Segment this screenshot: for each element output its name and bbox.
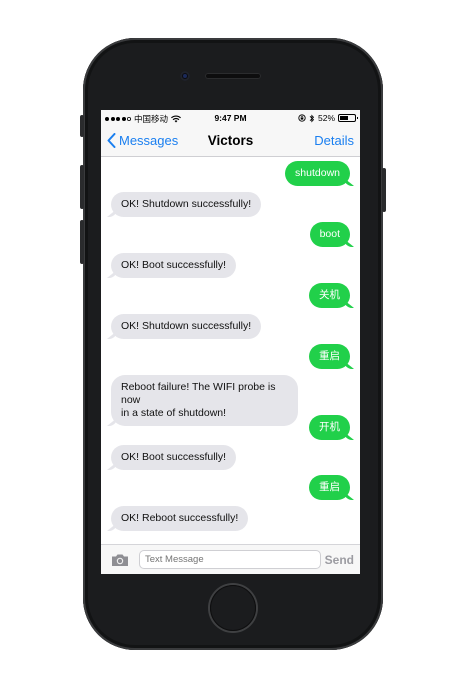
send-button[interactable]: Send bbox=[325, 553, 354, 567]
mute-switch bbox=[80, 115, 84, 137]
incoming-message[interactable]: OK! Boot successfully! bbox=[111, 445, 237, 470]
battery-icon bbox=[338, 114, 358, 122]
outgoing-message[interactable]: boot bbox=[309, 222, 350, 247]
incoming-message[interactable]: OK! Shutdown successfully! bbox=[111, 192, 262, 217]
status-bar: 中国移动 9:47 PM 52% bbox=[101, 110, 360, 126]
composer-bar: Send bbox=[101, 544, 360, 574]
outgoing-message[interactable]: 重启 bbox=[309, 475, 350, 500]
messages-screen: 中国移动 9:47 PM 52% Messages Victors Detail… bbox=[101, 110, 360, 574]
battery-percentage: 52% bbox=[317, 113, 335, 123]
rotation-lock-icon bbox=[298, 114, 306, 122]
status-right: 52% bbox=[298, 113, 358, 123]
message-input[interactable] bbox=[139, 550, 321, 569]
front-camera bbox=[180, 71, 190, 81]
outgoing-message[interactable]: 重启 bbox=[309, 344, 350, 369]
outgoing-message[interactable]: 关机 bbox=[309, 283, 350, 308]
incoming-message[interactable]: OK! Shutdown successfully! bbox=[111, 314, 262, 339]
power-button bbox=[382, 168, 386, 212]
incoming-message[interactable]: OK! Reboot successfully! bbox=[111, 506, 249, 531]
incoming-message[interactable]: OK! Boot successfully! bbox=[111, 253, 237, 278]
earpiece-speaker bbox=[205, 73, 261, 79]
home-button[interactable] bbox=[210, 585, 256, 631]
bluetooth-icon bbox=[309, 114, 315, 122]
outgoing-message[interactable]: 开机 bbox=[309, 415, 350, 440]
details-button[interactable]: Details bbox=[314, 133, 354, 148]
message-thread[interactable]: shutdown OK! Shutdown successfully! boot… bbox=[101, 157, 360, 543]
camera-icon[interactable] bbox=[111, 553, 129, 567]
navigation-bar: Messages Victors Details bbox=[101, 126, 360, 157]
volume-up-button bbox=[80, 165, 84, 209]
volume-down-button bbox=[80, 220, 84, 264]
incoming-message[interactable]: Reboot failure! The WIFI probe is now in… bbox=[111, 375, 298, 426]
outgoing-message[interactable]: shutdown bbox=[285, 161, 350, 186]
